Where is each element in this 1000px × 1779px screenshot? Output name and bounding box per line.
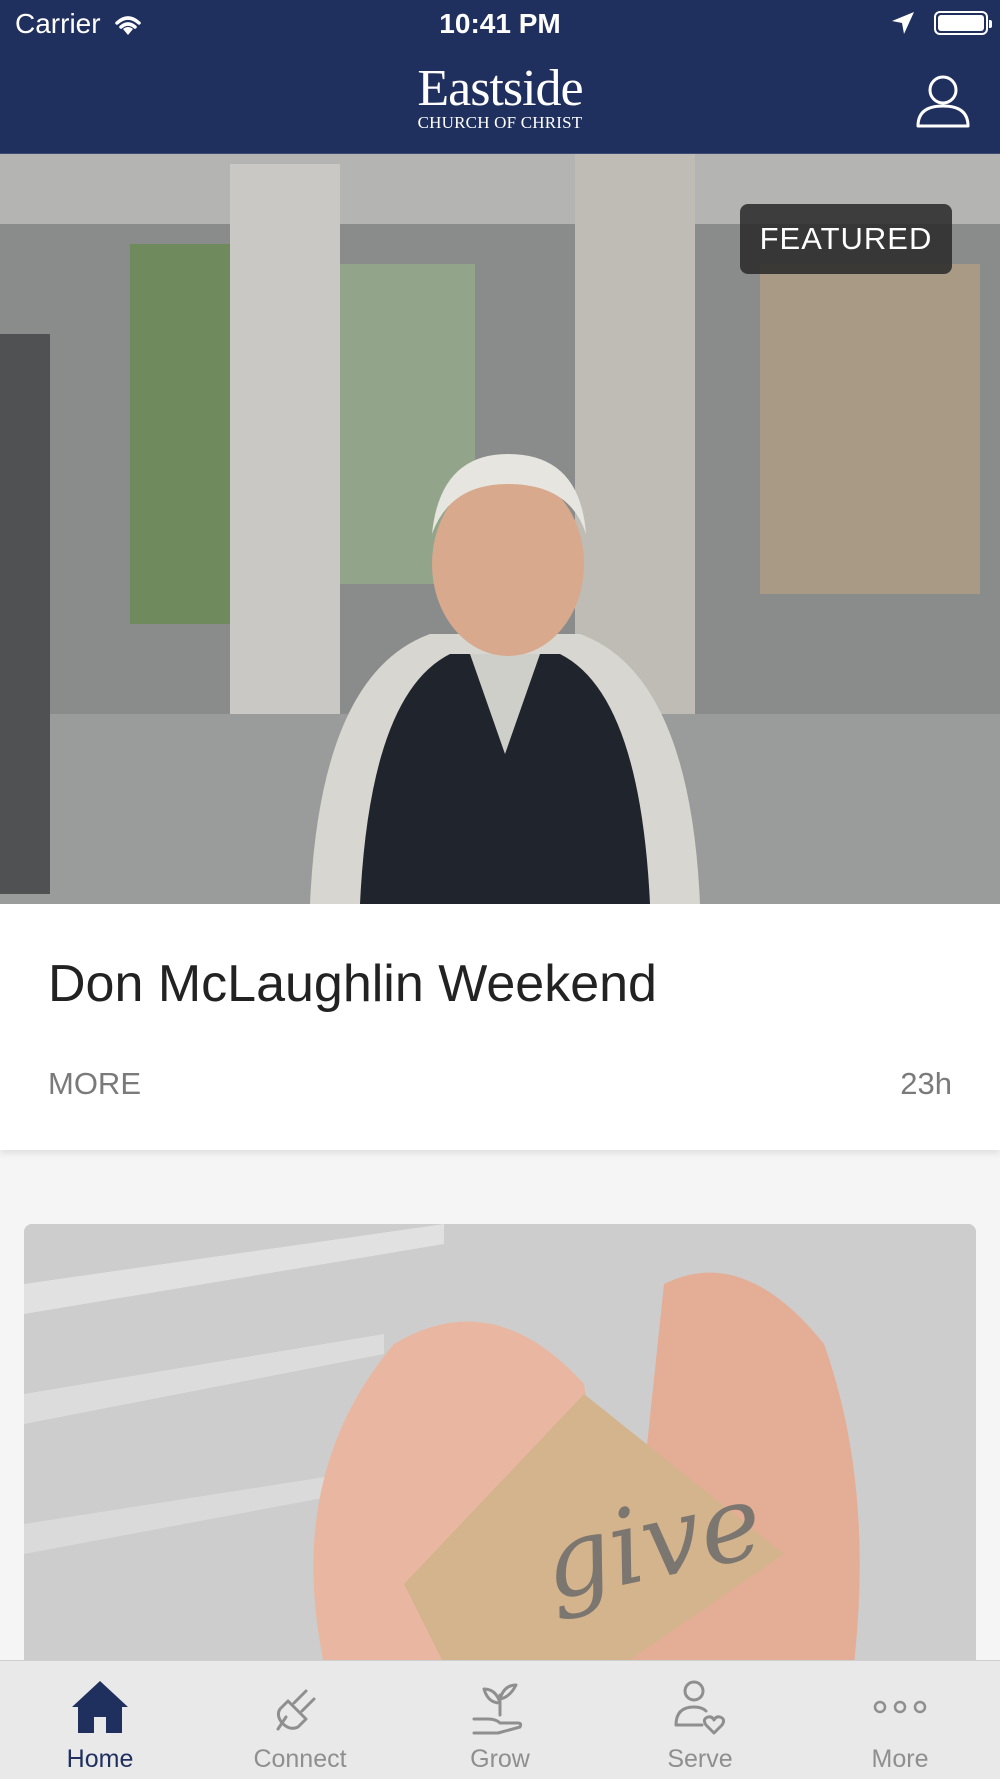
profile-icon[interactable] [914,72,972,130]
plug-icon [276,1689,316,1731]
battery-icon [934,11,992,35]
tab-home-label: Home [66,1745,134,1773]
home-icon [72,1681,128,1733]
featured-card[interactable]: FEATURED Don McLaughlin Weekend MORE 23h [0,154,1000,1150]
church-logo: Eastside CHURCH OF CHRIST [0,60,1000,132]
card-title[interactable]: Don McLaughlin Weekend [48,954,657,1014]
logo-name: Eastside [417,60,583,117]
tab-home[interactable]: Home [0,1675,200,1775]
tab-grow[interactable]: Grow [400,1675,600,1775]
nav-bar: Eastside CHURCH OF CHRIST [0,50,1000,154]
tab-connect-label: Connect [253,1745,347,1773]
logo-subtitle: CHURCH OF CHRIST [417,113,583,132]
plant-hand-icon [472,1683,523,1735]
tab-serve[interactable]: Serve [600,1675,800,1775]
person-heart-icon [674,1680,726,1735]
location-arrow-icon [892,12,914,34]
featured-image: FEATURED [0,154,1000,904]
tab-bar: Home Connect Grow Serve More [0,1660,1000,1779]
give-photo: give [24,1224,976,1664]
tab-more-label: More [871,1745,929,1773]
post-age: 23h [900,1066,952,1101]
give-card[interactable]: give [24,1224,976,1664]
more-dots-icon [873,1700,927,1714]
status-time: 10:41 PM [439,8,561,39]
featured-badge: FEATURED [740,204,952,274]
status-right [890,10,992,36]
status-bar: Carrier 10:41 PM [0,0,1000,50]
tab-serve-label: Serve [667,1745,733,1773]
tab-connect[interactable]: Connect [200,1675,400,1775]
tab-grow-label: Grow [470,1745,530,1773]
tab-more[interactable]: More [800,1675,1000,1775]
more-link[interactable]: MORE [48,1066,141,1102]
